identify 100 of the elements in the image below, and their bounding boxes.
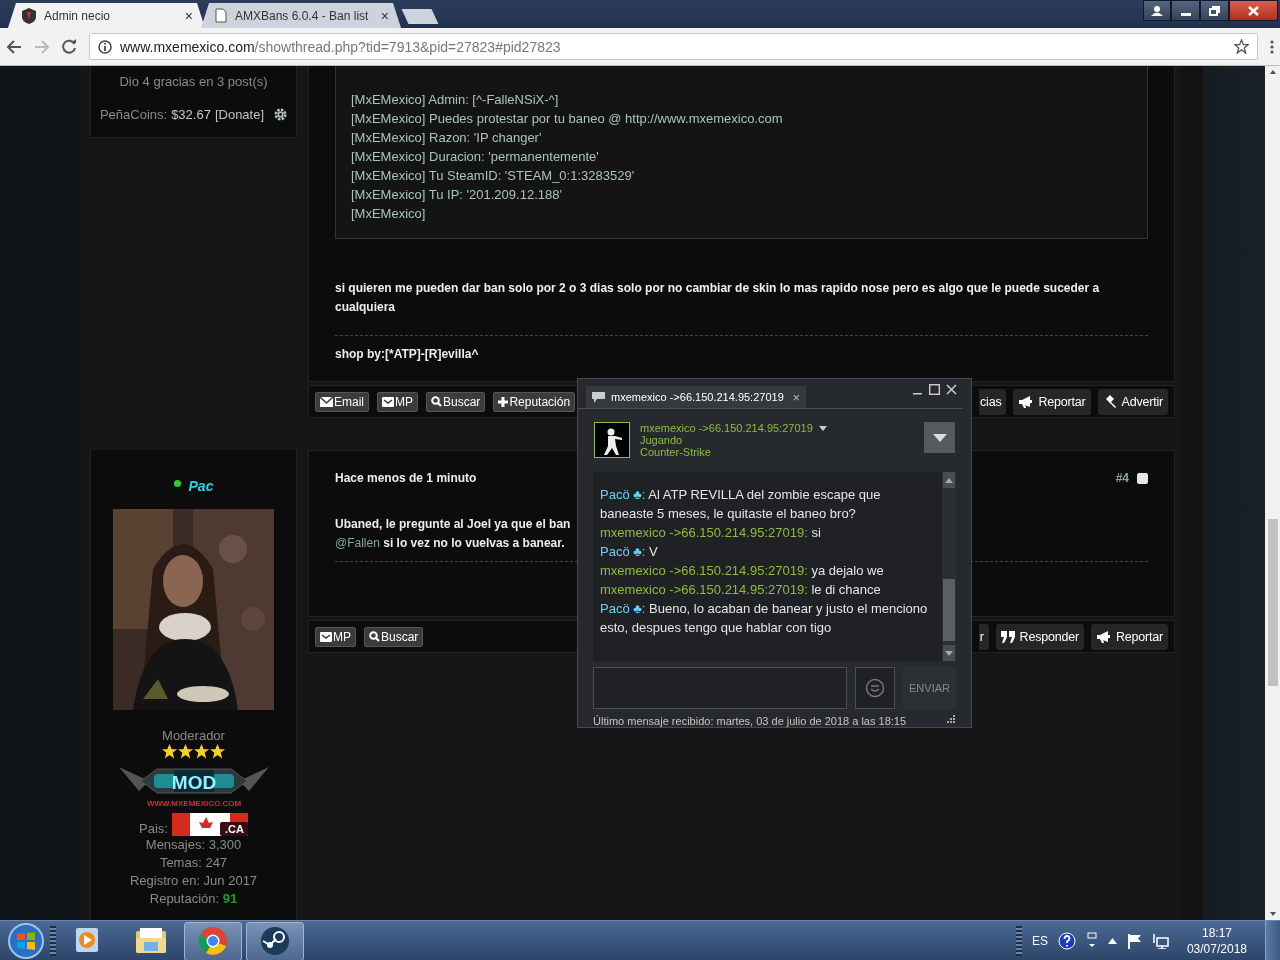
dropdown-button[interactable] (924, 422, 955, 453)
thanks-count: Dio 4 gracias en 3 post(s) (119, 74, 268, 89)
speech-bubble-icon (592, 391, 605, 403)
post-button[interactable]: Buscar (426, 391, 486, 412)
network-icon[interactable] (1152, 933, 1169, 949)
info-icon (98, 39, 112, 54)
reload-icon[interactable] (62, 39, 77, 54)
menu-icon[interactable] (1270, 39, 1274, 54)
envelope-icon (320, 631, 332, 642)
quote-line: [MxEMexico] (351, 205, 427, 223)
star-icon (210, 744, 225, 759)
rank-badge: MOD WWW.MXEMEXICO.COM (118, 759, 269, 809)
caret-icon[interactable] (1107, 938, 1117, 944)
language-indicator[interactable]: ES (1031, 934, 1048, 948)
scroll-down-icon[interactable] (945, 650, 953, 656)
search-icon (369, 631, 380, 642)
folder-icon[interactable] (136, 928, 166, 953)
quote-line: [MxEMexico] Razon: 'IP changer' (351, 129, 543, 147)
post-number[interactable]: #4 (1115, 471, 1129, 485)
signature: shop by:[*ATP]-[R]evilla^ (335, 335, 1148, 361)
scrollbar[interactable] (1265, 66, 1280, 920)
envelope-icon (382, 396, 394, 407)
post-button[interactable]: Email (315, 391, 369, 412)
message-input[interactable] (593, 667, 848, 709)
post-time: Hace menos de 1 minuto (335, 471, 477, 485)
post-button[interactable]: Reportar (1090, 623, 1168, 650)
chat-message: mxemexico ->66.150.214.95:27019: le di chance (600, 581, 882, 599)
scroll-up-icon[interactable] (945, 477, 953, 483)
plus-icon (498, 396, 509, 407)
user-stat: Temas: 247 (159, 854, 228, 872)
quote-line: [MxEMexico] Tu IP: '201.209.12.188' (351, 186, 563, 204)
last-message-info: Último mensaje recibido: martes, 03 de julio de 2018 a las 18:15 (593, 715, 907, 727)
post-button[interactable]: Reputación (493, 391, 576, 412)
gear-icon[interactable] (274, 108, 288, 121)
country-label: Pais: (139, 821, 168, 836)
clock-date[interactable]: 03/07/2018 (1186, 941, 1247, 957)
restore-icon[interactable] (1200, 0, 1229, 21)
flag-badge: .CA (171, 813, 248, 836)
address-bar[interactable]: www.mxemexico.com/showthread.php?tid=7913&pid=27823#pid27823 (89, 33, 1258, 60)
shield-icon (22, 7, 36, 24)
post-button[interactable]: Advertir (1097, 388, 1168, 415)
close-icon[interactable]: × (792, 389, 800, 405)
chat-tab[interactable]: mxemexico ->66.150.214.95:27019 × (586, 386, 806, 408)
back-icon[interactable] (6, 39, 22, 54)
donate-link[interactable]: [Donate] (214, 107, 265, 122)
emoticon-button[interactable] (855, 667, 896, 709)
start-icon[interactable] (6, 922, 46, 960)
post-button[interactable]: MP (377, 391, 418, 412)
post-button[interactable]: cias (979, 388, 1007, 415)
coins-value: $32.67 (171, 107, 211, 122)
chat-message: mxemexico ->66.150.214.95:27019: si (600, 524, 822, 542)
user-stat: Mensajes: 3,300 (145, 836, 242, 854)
user-icon[interactable] (1143, 0, 1171, 21)
post-button[interactable]: Buscar (364, 626, 424, 647)
coins-label: PeñaCoins: (99, 107, 168, 122)
url-text: www.mxemexico.com/showthread.php?tid=7913&pid=27823#pid27823 (120, 38, 561, 55)
quote-line: [MxEMexico] Admin: [^-FalleNSiX-^] (351, 91, 560, 109)
chat-message: Pacö ♣: V (600, 543, 659, 561)
post-button[interactable]: r (978, 623, 989, 650)
caret-icon (932, 433, 947, 442)
mention-link[interactable]: @Fallen (335, 536, 380, 550)
post-button[interactable]: Reportar (1013, 388, 1091, 415)
post-checkbox[interactable] (1137, 472, 1148, 484)
close-icon[interactable]: × (184, 7, 193, 24)
browser-tab[interactable]: Admin necio × (8, 3, 205, 28)
page-icon (215, 8, 227, 23)
clock-time[interactable]: 18:17 (1201, 925, 1232, 941)
help-icon[interactable] (1057, 932, 1076, 950)
friend-status: Jugando (640, 434, 684, 446)
quote-line: [MxEMexico] Duracion: 'permanentemente' (351, 148, 600, 166)
star-icon[interactable] (1234, 39, 1249, 54)
steam-icon[interactable] (261, 927, 289, 955)
quote-line: [MxEMexico] Tu SteamID: 'STEAM_0:1:3283529' (351, 167, 636, 185)
grip-handle[interactable] (50, 926, 56, 956)
star-icon (194, 744, 209, 759)
post-message: si quieren me pueden dar ban solo por 2 o 3 dias solo por no cambiar de skin lo mas rapido nose pero es algo que le puede suceder a cualquiera (335, 280, 1101, 316)
new-tab-button[interactable] (401, 9, 439, 24)
chrome-icon[interactable] (198, 927, 227, 955)
star-icon (162, 744, 177, 759)
chat-message: Pacö ♣: Bueno, lo acaban de banear y justo el menciono esto, despues tengo que hablar con tigo (600, 600, 929, 637)
flag-icon[interactable] (1126, 933, 1143, 949)
resize-grip-icon[interactable] (947, 715, 956, 724)
send-button[interactable]: ENVIAR (903, 667, 956, 709)
megaphone-icon (1018, 395, 1034, 408)
caret-icon[interactable] (818, 425, 827, 431)
windows-icon[interactable] (1085, 932, 1098, 950)
username[interactable]: Pac (188, 478, 214, 494)
user-stat: Registro en: Jun 2017 (129, 872, 258, 890)
scrollbar[interactable] (942, 472, 956, 661)
quote-icon (1000, 630, 1015, 643)
close-icon[interactable] (1229, 0, 1278, 21)
scroll-thumb[interactable] (1267, 519, 1278, 686)
minimize-icon[interactable] (1171, 0, 1200, 21)
close-icon[interactable]: × (380, 7, 389, 24)
browser-tab[interactable]: AMXBans 6.0.4 - Ban list × (201, 3, 401, 28)
chat-message: mxemexico ->66.150.214.95:27019: ya dejalo we (600, 562, 885, 580)
grip-handle[interactable] (1015, 926, 1022, 956)
maximize-icon[interactable] (929, 383, 940, 395)
post-button[interactable]: MP (315, 626, 356, 647)
post-button[interactable]: Responder (995, 623, 1084, 650)
